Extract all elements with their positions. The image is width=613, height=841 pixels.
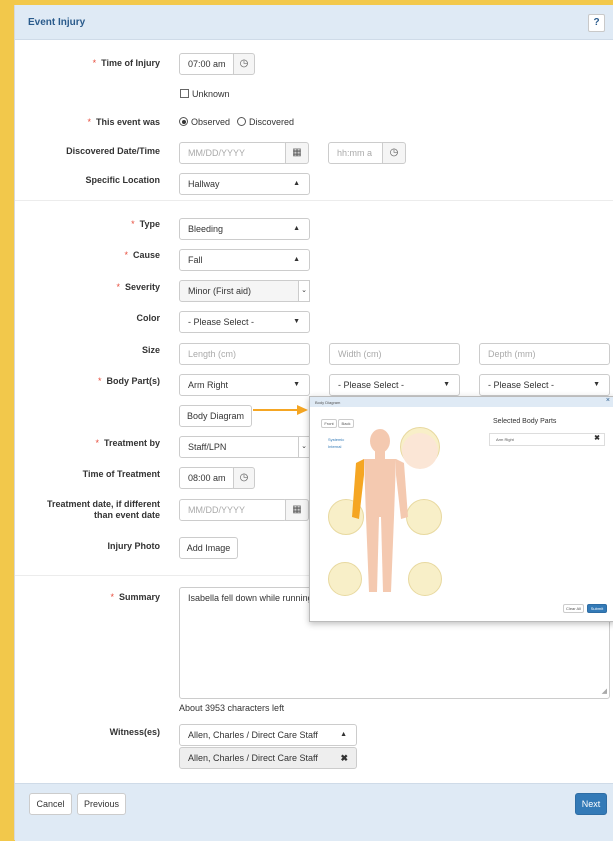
location-select[interactable]: Hallway ▲ [179, 173, 310, 195]
location-label: Specific Location [85, 175, 160, 185]
discovered-date-input[interactable]: MM/DD/YYYY [179, 142, 287, 164]
caret-up-icon: ▲ [340, 731, 347, 738]
type-select[interactable]: Bleeding ▲ [179, 218, 310, 240]
event-was-label: * This event was [87, 117, 160, 127]
divider [15, 200, 613, 201]
time-of-treatment-input[interactable]: 08:00 am [179, 467, 235, 489]
tab-front[interactable]: Front [321, 419, 337, 428]
body-part-select-2[interactable]: - Please Select - ▼ [329, 374, 460, 396]
next-button[interactable]: Next [575, 793, 607, 815]
figure-head[interactable] [370, 429, 390, 453]
figure-leg-left[interactable] [381, 517, 394, 592]
systemic-link[interactable]: Systemic [328, 437, 344, 442]
remove-icon[interactable]: ✖ [340, 748, 348, 768]
annotation-arrow [253, 405, 308, 415]
length-input[interactable]: Length (cm) [179, 343, 310, 365]
witness-select[interactable]: Allen, Charles / Direct Care Staff ▲ [179, 724, 357, 746]
close-icon[interactable]: × [606, 397, 610, 404]
size-label: Size [141, 345, 160, 355]
caret-down-icon: ▼ [293, 381, 300, 388]
selected-body-parts-heading: Selected Body Parts [493, 418, 557, 425]
previous-button[interactable]: Previous [77, 793, 126, 815]
observed-radio[interactable] [179, 117, 188, 126]
clock-icon[interactable]: ◷ [233, 53, 255, 75]
depth-input[interactable]: Depth (mm) [479, 343, 610, 365]
discovered-radio[interactable] [237, 117, 246, 126]
caret-down-icon: ▼ [293, 318, 300, 325]
footer: Cancel Previous Next [15, 783, 613, 841]
observed-label: Observed [191, 117, 231, 127]
treatment-by-select[interactable]: Staff/LPN ⌄ [179, 436, 310, 458]
resize-handle-icon[interactable]: ◢ [602, 685, 607, 698]
time-of-treatment-label: Time of Treatment [82, 469, 160, 479]
card-header: Event Injury ? [15, 5, 613, 40]
severity-select[interactable]: Minor (First aid) ⌄ [179, 280, 310, 302]
color-label: Color [136, 313, 161, 323]
clock-icon[interactable]: ◷ [382, 142, 406, 164]
add-image-button[interactable]: Add Image [179, 537, 238, 559]
width-input[interactable]: Width (cm) [329, 343, 460, 365]
caret-up-icon: ▲ [293, 225, 300, 232]
severity-label: * Severity [116, 282, 160, 292]
witness-label: Witness(es) [109, 727, 160, 737]
popup-header: Body Diagram × [310, 397, 613, 407]
caret-down-icon: ▼ [593, 381, 600, 388]
unknown-label: Unknown [192, 89, 230, 99]
submit-button[interactable]: Submit [587, 604, 607, 613]
figure-neck [375, 451, 385, 459]
body-part-select-1[interactable]: Arm Right ▼ [179, 374, 310, 396]
body-part-select-3[interactable]: - Please Select - ▼ [479, 374, 610, 396]
popup-title: Body Diagram [315, 400, 341, 405]
discovered-option-label: Discovered [249, 117, 295, 127]
chevron-down-icon: ⌄ [298, 280, 310, 302]
discovered-time-input[interactable]: hh:mm a [328, 142, 384, 164]
figure-torso[interactable] [364, 459, 396, 517]
treatment-by-label: * Treatment by [95, 438, 160, 448]
page-title: Event Injury [28, 17, 86, 28]
figure-leg-right[interactable] [366, 517, 379, 592]
chars-left-text: About 3953 characters left [179, 703, 285, 713]
cause-select[interactable]: Fall ▲ [179, 249, 310, 271]
figure-arm-right-highlight[interactable] [352, 459, 364, 519]
selected-body-part-item: Arm Right ✖ [489, 433, 605, 446]
clear-all-button[interactable]: Clear All [563, 604, 584, 613]
summary-label: * Summary [110, 592, 160, 602]
cause-label: * Cause [124, 250, 160, 260]
color-select[interactable]: - Please Select - ▼ [179, 311, 310, 333]
remove-icon[interactable]: ✖ [594, 434, 600, 442]
caret-down-icon: ▼ [443, 381, 450, 388]
help-button[interactable]: ? [588, 14, 605, 32]
type-label: * Type [131, 219, 160, 229]
time-of-injury-input[interactable]: 07:00 am [179, 53, 235, 75]
caret-up-icon: ▲ [293, 256, 300, 263]
injury-photo-label: Injury Photo [107, 541, 161, 551]
body-diagram-popup: Body Diagram × Front Back Systemic Inter… [309, 396, 613, 622]
treatment-date-label: Treatment date, if different than event d… [46, 499, 160, 520]
caret-up-icon: ▲ [293, 180, 300, 187]
treatment-date-input[interactable]: MM/DD/YYYY [179, 499, 287, 521]
body-parts-label: * Body Part(s) [97, 376, 160, 386]
clock-icon[interactable]: ◷ [233, 467, 255, 489]
unknown-checkbox[interactable] [180, 89, 189, 98]
body-figure[interactable] [350, 427, 410, 599]
body-diagram-button[interactable]: Body Diagram [179, 405, 252, 427]
figure-arm-left[interactable] [396, 459, 408, 519]
left-foot-circle[interactable] [408, 562, 442, 596]
left-hand-circle[interactable] [406, 499, 442, 535]
calendar-icon[interactable]: ▦ [285, 499, 309, 521]
time-of-injury-label: * Time of Injury [92, 58, 160, 68]
calendar-icon[interactable]: ▦ [285, 142, 309, 164]
cancel-button[interactable]: Cancel [29, 793, 72, 815]
discovered-datetime-label: Discovered Date/Time [66, 146, 160, 156]
witness-tag: Allen, Charles / Direct Care Staff ✖ [179, 747, 357, 769]
internal-link[interactable]: Internal [328, 444, 341, 449]
